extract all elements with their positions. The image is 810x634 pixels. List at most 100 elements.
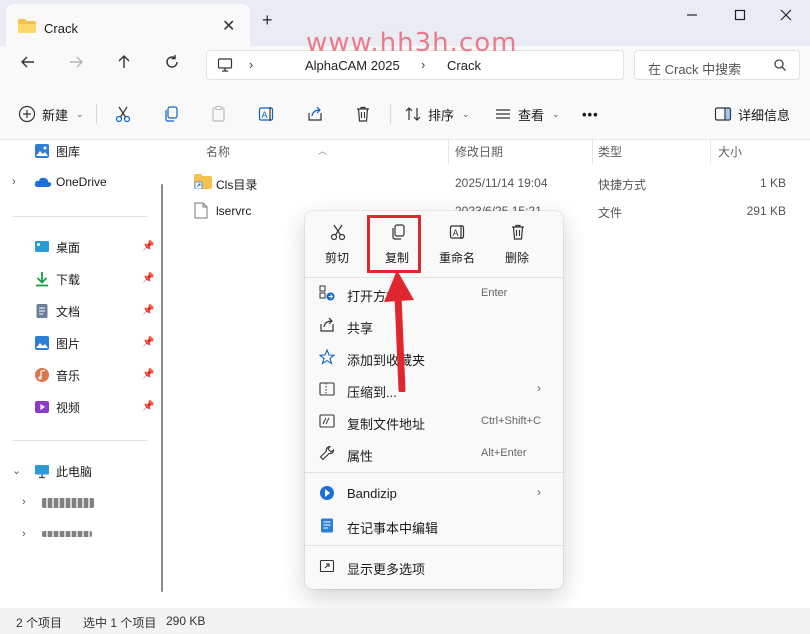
pin-icon[interactable]: 📌 bbox=[142, 337, 154, 348]
column-divider[interactable] bbox=[448, 140, 449, 164]
column-header-name[interactable]: 名称 bbox=[206, 143, 230, 160]
redacted-drive-label bbox=[42, 531, 92, 537]
sidebar-item-videos[interactable]: 视频 📌 bbox=[0, 394, 160, 420]
sort-button[interactable]: 排序 ⌄ bbox=[404, 103, 470, 125]
chevron-right-icon[interactable]: › bbox=[12, 176, 16, 188]
context-menu: 剪切 复制 A 重命名 删除 打开方式 Enter 共享 添加到收藏夹 压缩到.… bbox=[305, 211, 563, 589]
chevron-down-icon: ⌄ bbox=[552, 108, 560, 119]
column-header-type[interactable]: 类型 bbox=[598, 143, 622, 160]
forward-arrow-icon[interactable] bbox=[64, 54, 88, 76]
new-button[interactable]: 新建 ⌄ bbox=[18, 103, 84, 125]
copy-icon[interactable] bbox=[162, 103, 180, 125]
context-item-label: 共享 bbox=[347, 321, 374, 336]
pin-icon[interactable]: 📌 bbox=[142, 369, 154, 380]
maximize-icon[interactable] bbox=[728, 8, 752, 26]
details-button[interactable]: 详细信息 bbox=[714, 103, 790, 125]
sidebar-item-this-pc[interactable]: ⌄ 此电脑 bbox=[0, 458, 160, 484]
sidebar-item-downloads[interactable]: 下载 📌 bbox=[0, 266, 160, 292]
up-arrow-icon[interactable] bbox=[112, 54, 136, 76]
sidebar-item-documents[interactable]: 文档 📌 bbox=[0, 298, 160, 324]
sidebar-item-label: 图片 bbox=[56, 337, 81, 351]
sidebar-item-label: 视频 bbox=[56, 401, 81, 415]
pictures-icon bbox=[34, 335, 50, 354]
pin-icon[interactable]: 📌 bbox=[142, 401, 154, 412]
pin-icon[interactable]: 📌 bbox=[142, 305, 154, 316]
context-bandizip[interactable]: Bandizip › bbox=[305, 478, 563, 508]
context-copy-path[interactable]: 复制文件地址 Ctrl+Shift+C bbox=[305, 406, 563, 436]
file-row[interactable]: Cls目录 2025/11/14 19:04 快捷方式 1 KB bbox=[190, 169, 800, 195]
context-item-label: Bandizip bbox=[347, 486, 397, 501]
divider bbox=[96, 104, 97, 124]
context-add-favorites[interactable]: 添加到收藏夹 bbox=[305, 342, 563, 372]
context-item-label: 显示更多选项 bbox=[347, 562, 426, 577]
pin-icon[interactable]: 📌 bbox=[142, 273, 154, 284]
rename-icon[interactable]: A bbox=[258, 103, 276, 125]
wrench-icon bbox=[319, 445, 335, 464]
file-type: 快捷方式 bbox=[598, 178, 647, 192]
sidebar-item-label: 桌面 bbox=[56, 241, 81, 255]
context-share[interactable]: 共享 bbox=[305, 310, 563, 340]
chevron-right-icon[interactable]: › bbox=[22, 496, 26, 508]
file-type: 文件 bbox=[598, 206, 623, 220]
breadcrumb-chevron-icon: › bbox=[421, 57, 426, 72]
file-size: 1 KB bbox=[759, 176, 786, 190]
watermark-text: www.hh3h.com bbox=[306, 28, 518, 58]
column-divider[interactable] bbox=[710, 140, 711, 164]
sidebar-item-drive[interactable]: › bbox=[0, 490, 160, 516]
sidebar-item-gallery[interactable]: 图库 bbox=[0, 138, 160, 164]
cut-icon[interactable] bbox=[114, 103, 132, 125]
search-icon bbox=[773, 58, 787, 75]
search-input[interactable]: 在 Crack 中搜索 bbox=[634, 50, 800, 80]
context-rename-button[interactable]: A 重命名 bbox=[429, 221, 485, 271]
context-cut-button[interactable]: 剪切 bbox=[309, 221, 365, 271]
context-delete-button[interactable]: 删除 bbox=[489, 221, 545, 271]
column-header-date[interactable]: 修改日期 bbox=[455, 143, 503, 160]
tab-crack[interactable]: Crack ✕ bbox=[6, 4, 250, 46]
sidebar-item-label: 文档 bbox=[56, 305, 81, 319]
sidebar-item-desktop[interactable]: 桌面 📌 bbox=[0, 234, 160, 260]
column-header-size[interactable]: 大小 bbox=[718, 143, 742, 160]
sidebar-item-label: 此电脑 bbox=[56, 465, 93, 479]
context-show-more[interactable]: 显示更多选项 bbox=[305, 551, 563, 581]
minimize-icon[interactable] bbox=[680, 8, 704, 26]
chevron-down-icon[interactable]: ⌄ bbox=[12, 464, 21, 477]
computer-icon bbox=[34, 463, 50, 482]
shortcut-key: Ctrl+Shift+C bbox=[481, 415, 541, 427]
context-delete-label: 删除 bbox=[504, 251, 529, 265]
shortcut-key: Alt+Enter bbox=[481, 447, 527, 459]
sidebar-item-pictures[interactable]: 图片 📌 bbox=[0, 330, 160, 356]
context-notepad[interactable]: 在记事本中编辑 bbox=[305, 510, 563, 540]
context-item-label: 属性 bbox=[347, 449, 374, 464]
chevron-right-icon[interactable]: › bbox=[22, 528, 26, 540]
column-divider[interactable] bbox=[592, 140, 593, 164]
breadcrumb-alphacam[interactable]: AlphaCAM 2025 bbox=[305, 58, 400, 73]
back-arrow-icon[interactable] bbox=[16, 54, 40, 76]
refresh-icon[interactable] bbox=[160, 54, 184, 76]
context-properties[interactable]: 属性 Alt+Enter bbox=[305, 438, 563, 468]
desktop-icon bbox=[34, 239, 50, 258]
chevron-right-icon: › bbox=[537, 381, 541, 395]
new-tab-button[interactable]: + bbox=[262, 10, 273, 31]
svg-text:A: A bbox=[262, 110, 268, 120]
paste-icon[interactable] bbox=[210, 103, 228, 125]
divider bbox=[305, 472, 563, 473]
gallery-icon bbox=[34, 143, 50, 162]
sort-icon bbox=[405, 107, 421, 121]
details-label: 详细信息 bbox=[738, 107, 791, 123]
scrollbar[interactable] bbox=[161, 184, 163, 592]
divider bbox=[305, 545, 563, 546]
close-tab-icon[interactable]: ✕ bbox=[222, 16, 235, 36]
sidebar-item-drive[interactable]: › bbox=[0, 522, 160, 548]
context-open-with[interactable]: 打开方式 Enter bbox=[305, 278, 563, 308]
context-compress[interactable]: 压缩到... › bbox=[305, 374, 563, 404]
close-window-icon[interactable] bbox=[774, 8, 798, 26]
share-icon[interactable] bbox=[306, 103, 324, 125]
sidebar-item-music[interactable]: 音乐 📌 bbox=[0, 362, 160, 388]
sidebar-item-onedrive[interactable]: › OneDrive bbox=[0, 170, 160, 196]
view-button[interactable]: 查看 ⌄ bbox=[494, 103, 560, 125]
more-button[interactable]: ••• bbox=[582, 103, 599, 125]
pin-icon[interactable]: 📌 bbox=[142, 241, 154, 252]
breadcrumb-crack[interactable]: Crack bbox=[447, 58, 481, 73]
breadcrumb-chevron-icon: › bbox=[249, 57, 254, 72]
delete-icon[interactable] bbox=[354, 103, 372, 125]
